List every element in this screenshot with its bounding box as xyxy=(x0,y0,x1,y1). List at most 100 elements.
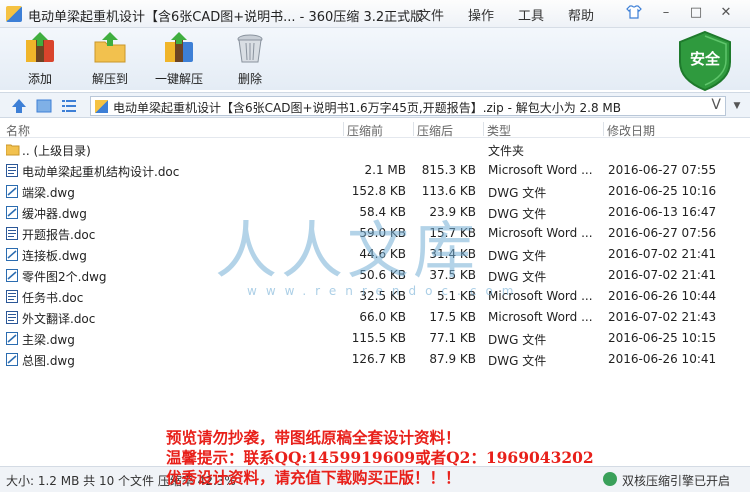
address-bar: 电动单梁起重机设计【含6张CAD图+说明书1.6万字45页,开题报告】.zip … xyxy=(0,92,750,118)
col-separator xyxy=(343,122,344,136)
add-button[interactable]: 添加 xyxy=(20,30,60,87)
file-compressed-size: 17.5 KB xyxy=(429,310,476,324)
file-row[interactable]: 零件图2个.dwg 50.6 KB 37.5 KB DWG 文件 2016-07-02 … xyxy=(0,265,750,286)
file-name: 连接板.dwg xyxy=(22,249,87,263)
file-size: 44.6 KB xyxy=(359,247,406,261)
file-name: 开题报告.doc xyxy=(22,228,96,242)
doc-icon xyxy=(6,311,18,324)
promo-line-1: 预览请勿抄袭，带图纸原稿全套设计资料！ xyxy=(166,428,461,447)
extract-to-button[interactable]: 解压到 xyxy=(88,30,132,87)
file-list: .. (上级目录) 文件夹 电动单梁起重机结构设计.doc 2.1 MB 815.3 K… xyxy=(0,139,750,370)
file-type: DWG 文件 xyxy=(488,333,547,347)
file-size: 126.7 KB xyxy=(351,352,406,366)
security-label: 安全 xyxy=(689,50,720,68)
file-row[interactable]: 总图.dwg 126.7 KB 87.9 KB DWG 文件 2016-06-26 10… xyxy=(0,349,750,370)
list-view-icon[interactable] xyxy=(60,97,78,115)
dwg-icon xyxy=(6,353,18,366)
file-type: DWG 文件 xyxy=(488,270,547,284)
file-type: Microsoft Word ... xyxy=(488,163,593,177)
maximize-icon[interactable]: □ xyxy=(686,4,706,22)
title-bar: 电动单梁起重机设计【含6张CAD图+说明书... - 360压缩 3.2正式版 … xyxy=(0,0,750,28)
file-name: 缓冲器.dwg xyxy=(22,207,87,221)
file-type: Microsoft Word ... xyxy=(488,289,593,303)
col-compressed[interactable]: 压缩后 xyxy=(417,122,453,139)
file-row[interactable]: 端梁.dwg 152.8 KB 113.6 KB DWG 文件 2016-06-25 1… xyxy=(0,181,750,202)
dwg-icon xyxy=(6,332,18,345)
menu-file[interactable]: 文件 xyxy=(418,5,444,24)
column-header: 名称 压缩前 压缩后 类型 修改日期 xyxy=(0,120,750,138)
one-click-extract-icon xyxy=(161,30,197,66)
file-compressed-size: 5.1 KB xyxy=(437,289,476,303)
file-row[interactable]: 开题报告.doc 59.0 KB 15.7 KB Microsoft Word ...… xyxy=(0,223,750,244)
file-row[interactable]: 主梁.dwg 115.5 KB 77.1 KB DWG 文件 2016-06-25 10… xyxy=(0,328,750,349)
file-size: 66.0 KB xyxy=(359,310,406,324)
file-date: 2016-07-02 21:43 xyxy=(608,310,717,324)
doc-icon xyxy=(6,164,18,177)
file-compressed-size: 31.4 KB xyxy=(429,247,476,261)
file-type: Microsoft Word ... xyxy=(488,226,593,240)
file-type: 文件夹 xyxy=(488,144,525,158)
chevron-down-icon[interactable]: ▼ xyxy=(728,96,746,116)
archive-path: 电动单梁起重机设计【含6张CAD图+说明书1.6万字45页,开题报告】.zip … xyxy=(113,101,622,115)
add-archive-icon xyxy=(22,30,58,66)
dwg-icon xyxy=(6,206,18,219)
file-type: Microsoft Word ... xyxy=(488,310,593,324)
file-size: 50.6 KB xyxy=(359,268,406,282)
menu-operation[interactable]: 操作 xyxy=(468,5,494,24)
menu-help[interactable]: 帮助 xyxy=(568,5,594,24)
delete-button[interactable]: 删除 xyxy=(230,30,270,87)
file-size: 59.0 KB xyxy=(359,226,406,240)
file-type: DWG 文件 xyxy=(488,186,547,200)
thumbnail-view-icon[interactable] xyxy=(35,97,53,115)
file-size: 115.5 KB xyxy=(351,331,406,345)
up-arrow-icon[interactable] xyxy=(10,97,28,115)
status-engine[interactable]: 双核压缩引擎已开启 xyxy=(622,472,730,489)
file-type: DWG 文件 xyxy=(488,207,547,221)
file-name: 零件图2个.dwg xyxy=(22,270,107,284)
file-row[interactable]: 缓冲器.dwg 58.4 KB 23.9 KB DWG 文件 2016-06-13 16… xyxy=(0,202,750,223)
promo-line-2: 温馨提示：联系QQ:1459919609或者Q2：1969043202 xyxy=(166,448,594,467)
col-size[interactable]: 压缩前 xyxy=(347,122,383,139)
zip-icon xyxy=(95,100,108,113)
file-name: 端梁.dwg xyxy=(22,186,75,200)
dual-core-icon xyxy=(603,472,617,486)
file-row[interactable]: 外文翻译.doc 66.0 KB 17.5 KB Microsoft Word ...… xyxy=(0,307,750,328)
file-row[interactable]: 电动单梁起重机结构设计.doc 2.1 MB 815.3 KB Microsoft W… xyxy=(0,160,750,181)
shortcut-v[interactable]: V xyxy=(711,97,721,113)
file-name: 电动单梁起重机结构设计.doc xyxy=(22,165,180,179)
shirt-icon[interactable] xyxy=(624,4,644,22)
file-row[interactable]: 连接板.dwg 44.6 KB 31.4 KB DWG 文件 2016-07-02 21… xyxy=(0,244,750,265)
file-date: 2016-06-26 10:41 xyxy=(608,352,717,366)
folder-icon xyxy=(5,143,20,156)
dwg-icon xyxy=(6,248,18,261)
security-shield-badge[interactable]: 安全 xyxy=(676,30,734,92)
col-separator xyxy=(483,122,484,136)
col-modified[interactable]: 修改日期 xyxy=(607,122,655,139)
col-type[interactable]: 类型 xyxy=(487,122,511,139)
col-name[interactable]: 名称 xyxy=(6,122,30,139)
doc-icon xyxy=(6,290,18,303)
file-compressed-size: 77.1 KB xyxy=(429,331,476,345)
file-name: 总图.dwg xyxy=(22,354,75,368)
toolbar: 添加 解压到 一键解压 删除 xyxy=(0,28,750,90)
file-compressed-size: 37.5 KB xyxy=(429,268,476,282)
trash-icon xyxy=(232,30,268,66)
dwg-icon xyxy=(6,185,18,198)
file-type: DWG 文件 xyxy=(488,354,547,368)
file-date: 2016-07-02 21:41 xyxy=(608,268,717,282)
file-name: 任务书.doc xyxy=(22,291,84,305)
file-type: DWG 文件 xyxy=(488,249,547,263)
file-row[interactable]: .. (上级目录) 文件夹 xyxy=(0,139,750,160)
minimize-icon[interactable]: – xyxy=(656,4,676,22)
file-size: 32.5 KB xyxy=(359,289,406,303)
one-click-extract-button[interactable]: 一键解压 xyxy=(152,30,206,87)
file-row[interactable]: 任务书.doc 32.5 KB 5.1 KB Microsoft Word ... 20… xyxy=(0,286,750,307)
close-icon[interactable]: ✕ xyxy=(716,4,736,22)
file-date: 2016-06-27 07:56 xyxy=(608,226,717,240)
window-title: 电动单梁起重机设计【含6张CAD图+说明书... - 360压缩 3.2正式版 xyxy=(28,10,424,25)
file-name: 外文翻译.doc xyxy=(22,312,96,326)
file-date: 2016-06-13 16:47 xyxy=(608,205,717,219)
file-compressed-size: 23.9 KB xyxy=(429,205,476,219)
menu-tools[interactable]: 工具 xyxy=(518,5,544,24)
address-input[interactable]: 电动单梁起重机设计【含6张CAD图+说明书1.6万字45页,开题报告】.zip … xyxy=(90,96,726,116)
